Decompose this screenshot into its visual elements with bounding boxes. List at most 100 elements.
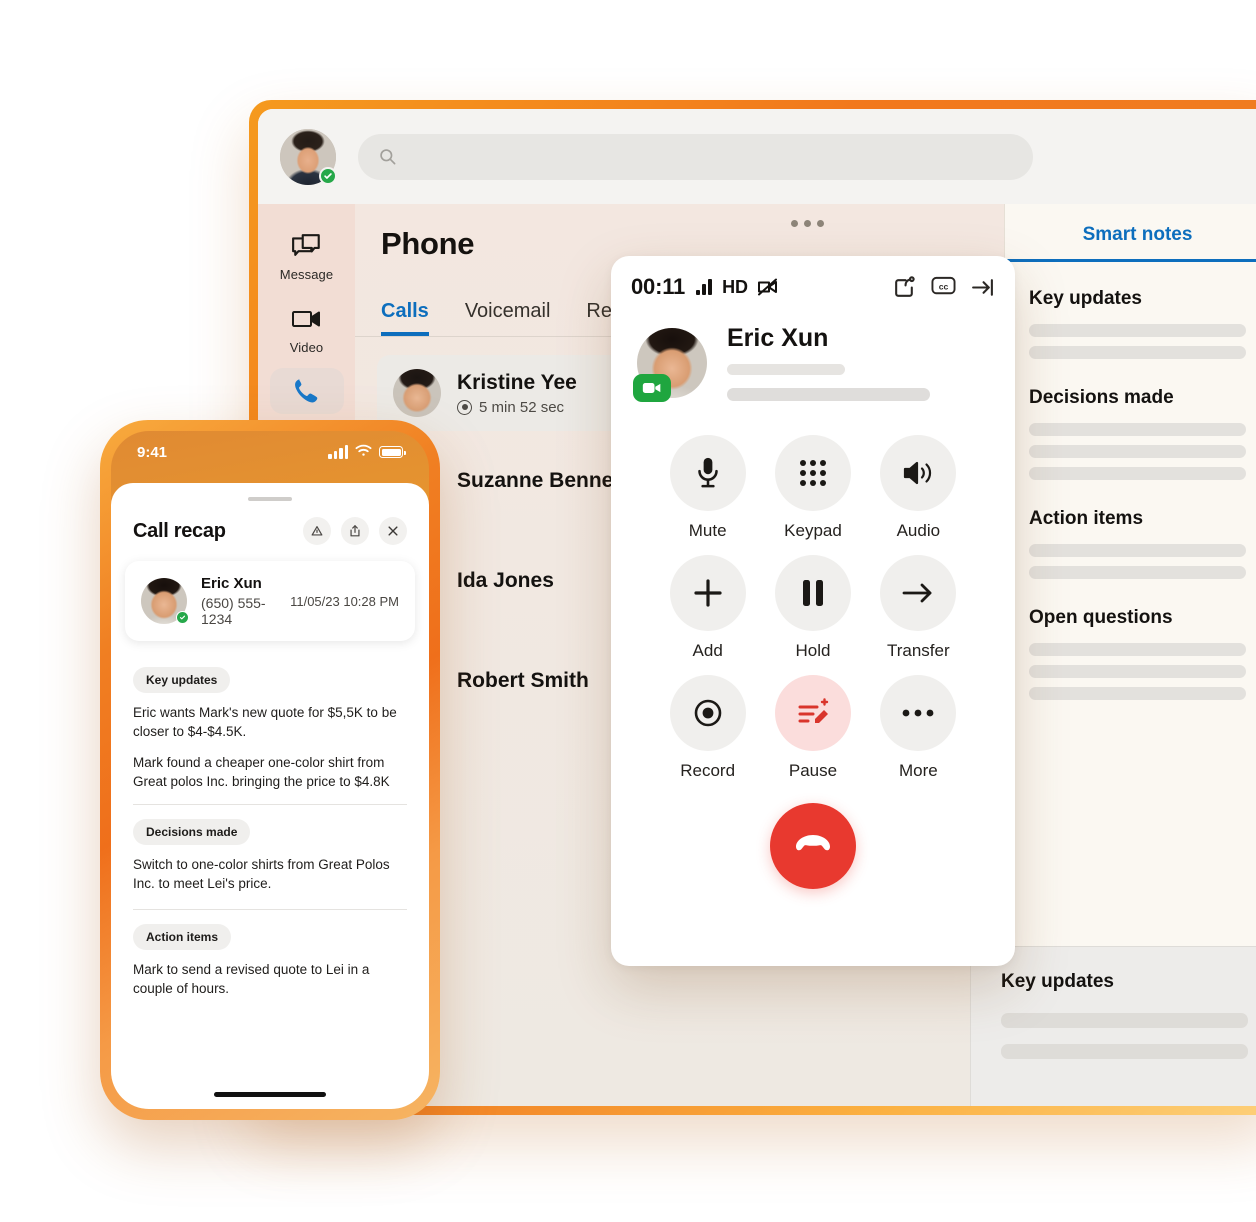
message-icon xyxy=(291,231,323,261)
hd-label: HD xyxy=(722,276,749,297)
dot xyxy=(804,220,811,227)
sidebar-item-message[interactable]: Message xyxy=(270,222,344,289)
call-contact-name: Ida Jones xyxy=(457,569,554,592)
share-screen-icon[interactable] xyxy=(892,275,917,300)
avatar xyxy=(141,578,189,624)
notes-section-key-updates: Key updates xyxy=(1005,288,1256,359)
control-label: Record xyxy=(680,761,736,780)
placeholder-line xyxy=(1029,687,1246,700)
control-label: More xyxy=(898,761,938,780)
recap-paragraph: Switch to one-color shirts from Great Po… xyxy=(133,856,390,891)
placeholder-line xyxy=(1029,665,1246,678)
tab-voicemail[interactable]: Voicemail xyxy=(465,300,551,336)
call-window-header: 00:11 HD cc xyxy=(611,256,1015,300)
flag-icon[interactable] xyxy=(303,517,331,545)
mute-button[interactable]: Mute xyxy=(655,435,760,541)
speaker-icon xyxy=(880,435,957,511)
placeholder-line xyxy=(1029,643,1246,656)
status-badge: Decisions made xyxy=(133,818,251,845)
end-call-row xyxy=(611,803,1015,889)
close-icon[interactable] xyxy=(379,517,407,545)
avatar xyxy=(633,327,707,402)
control-label: Keypad xyxy=(784,521,842,540)
status-time: 9:41 xyxy=(137,443,168,461)
call-header-actions: cc xyxy=(892,275,995,300)
keypad-button[interactable]: Keypad xyxy=(760,435,865,541)
share-icon[interactable] xyxy=(341,517,369,545)
recording-icon xyxy=(457,399,472,415)
recap-paragraph: Mark to send a revised quote to Lei in a… xyxy=(133,961,370,997)
contact-card[interactable]: Eric Xun (650) 555-1234 11/05/23 10:28 P… xyxy=(125,561,415,641)
transfer-button[interactable]: Transfer xyxy=(866,555,971,661)
ellipsis-icon xyxy=(880,675,957,751)
sheet-header: Call recap xyxy=(111,501,429,545)
sidebar-item-video[interactable]: Video xyxy=(270,295,344,362)
placeholder-line xyxy=(1029,467,1246,480)
notes-heading: Key updates xyxy=(1029,288,1142,309)
avatar[interactable] xyxy=(280,128,337,185)
svg-text:cc: cc xyxy=(939,281,949,291)
notes-heading: Key updates xyxy=(1001,971,1114,992)
status-badge: Action items xyxy=(133,923,232,950)
plus-icon xyxy=(669,555,746,631)
notes-heading: Decisions made xyxy=(1029,387,1174,408)
record-button[interactable]: Record xyxy=(655,675,760,781)
tab-calls[interactable]: Calls xyxy=(381,300,429,336)
recap-paragraph: Mark found a cheaper one-color shirt fro… xyxy=(133,755,390,790)
hold-button[interactable]: Hold xyxy=(760,555,865,661)
recap-paragraph: Eric wants Mark's new quote for $5,5K to… xyxy=(133,705,397,740)
tab-smart-notes[interactable]: Smart notes xyxy=(1005,224,1256,262)
dot xyxy=(791,220,798,227)
recap-section-action-items: Action items Mark to send a revised quot… xyxy=(133,910,407,998)
sidebar-label-message: Message xyxy=(279,267,334,282)
audio-button[interactable]: Audio xyxy=(866,435,971,541)
placeholder-line xyxy=(727,364,845,375)
add-button[interactable]: Add xyxy=(655,555,760,661)
record-icon xyxy=(669,675,746,751)
overflow-menu-icon[interactable] xyxy=(791,220,824,227)
placeholder-line xyxy=(1029,346,1246,359)
active-call-window: 00:11 HD cc Eric Xun Mute Keypad Audio A… xyxy=(611,256,1015,966)
control-label: Mute xyxy=(688,521,727,540)
call-participant: Eric Xun xyxy=(611,300,1015,402)
control-label: Audio xyxy=(896,521,941,540)
phone-icon xyxy=(291,377,323,407)
mobile-phone-device: 9:41 Call recap Eric Xun (650) 555-1234 … xyxy=(100,420,440,1120)
search-input[interactable] xyxy=(409,148,1013,165)
arrow-right-icon xyxy=(880,555,957,631)
mobile-screen: 9:41 Call recap Eric Xun (650) 555-1234 … xyxy=(111,431,429,1109)
notes-section-decisions-made: Decisions made xyxy=(1005,387,1256,480)
placeholder-line xyxy=(1029,445,1246,458)
pause-smart-notes-button[interactable]: Pause xyxy=(760,675,865,781)
recap-section-decisions-made: Decisions made Switch to one-color shirt… xyxy=(133,805,407,893)
sidebar-item-phone[interactable] xyxy=(269,368,344,414)
notes-section-action-items: Action items xyxy=(1005,508,1256,579)
call-timestamp: 11/05/23 10:28 PM xyxy=(290,593,399,609)
call-contact-name: Kristine Yee xyxy=(457,370,577,394)
lower-notes-panel: Key updates xyxy=(970,946,1256,1106)
call-duration: 5 min 52 sec xyxy=(479,398,565,416)
page-title: Phone xyxy=(381,226,475,261)
desktop-topbar xyxy=(258,109,1256,204)
call-contact-name: Robert Smith xyxy=(457,669,589,692)
control-label: Transfer xyxy=(886,641,950,660)
signal-bars-icon xyxy=(328,445,348,459)
page-title: Call recap xyxy=(133,519,226,542)
search-bar[interactable] xyxy=(358,133,1033,180)
call-meta: 5 min 52 sec xyxy=(457,399,577,416)
video-camera-icon xyxy=(291,304,323,334)
collapse-right-icon[interactable] xyxy=(970,275,995,300)
closed-captions-icon[interactable]: cc xyxy=(931,275,956,300)
placeholder-line xyxy=(1029,544,1246,557)
status-indicators xyxy=(328,444,406,461)
microphone-icon xyxy=(669,435,746,511)
avatar xyxy=(393,369,441,417)
placeholder-line xyxy=(1029,566,1246,579)
placeholder-line xyxy=(1001,1013,1248,1028)
sheet-actions xyxy=(303,517,407,545)
notes-heading: Open questions xyxy=(1029,607,1173,628)
contact-name: Eric Xun xyxy=(201,575,262,592)
more-button[interactable]: More xyxy=(866,675,971,781)
end-call-button[interactable] xyxy=(770,803,856,889)
pause-icon xyxy=(774,555,851,631)
